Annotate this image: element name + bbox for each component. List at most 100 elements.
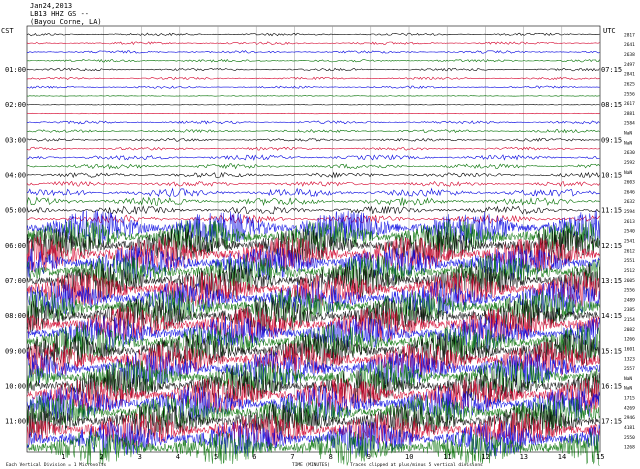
right-hour-label: 08:15 bbox=[601, 101, 622, 109]
trace-count-label: 2557 bbox=[624, 366, 635, 372]
trace-line bbox=[26, 85, 600, 89]
trace-count-label: 2489 bbox=[624, 297, 635, 303]
trace-count-label: 2605 bbox=[624, 278, 635, 284]
trace-count-label: 2594 bbox=[624, 209, 635, 215]
minute-tick-label: 1 bbox=[61, 453, 65, 461]
trace-line bbox=[26, 196, 600, 207]
minute-tick-label: 8 bbox=[329, 453, 333, 461]
trace-count-label: 2550 bbox=[624, 435, 635, 441]
right-hour-label: 16:15 bbox=[601, 383, 622, 391]
trace-count-label: 2154 bbox=[624, 317, 635, 323]
left-hour-label: 05:00 bbox=[5, 207, 26, 215]
left-hour-label: 10:00 bbox=[5, 383, 26, 391]
trace-count-label: NaN bbox=[624, 140, 632, 146]
trace-count-label: 2946 bbox=[624, 415, 635, 421]
trace-count-label: 2817 bbox=[624, 32, 635, 38]
trace-count-label: 2540 bbox=[624, 229, 635, 235]
right-hour-label: 13:15 bbox=[601, 277, 622, 285]
right-hour-label: 11:15 bbox=[601, 207, 622, 215]
trace-line bbox=[26, 205, 600, 215]
minute-tick-label: 13 bbox=[520, 453, 528, 461]
trace-count-label: 2592 bbox=[624, 160, 635, 166]
right-hour-label: 12:15 bbox=[601, 242, 622, 250]
trace-count-label: NaN bbox=[624, 170, 632, 176]
right-hour-label: 17:15 bbox=[601, 418, 622, 426]
right-hour-label: 14:15 bbox=[601, 312, 622, 320]
trace-count-label: 2082 bbox=[624, 327, 635, 333]
minute-tick-label: 12 bbox=[481, 453, 489, 461]
trace-line bbox=[26, 95, 600, 97]
trace-count-label: 2385 bbox=[624, 307, 635, 313]
trace-line bbox=[26, 32, 600, 37]
trace-line bbox=[26, 171, 600, 179]
trace-line bbox=[26, 180, 600, 187]
minute-tick-label: 5 bbox=[214, 453, 218, 461]
trace-line bbox=[26, 163, 600, 170]
trace-count-label: 2556 bbox=[624, 91, 635, 97]
minute-tick-label: 11 bbox=[443, 453, 451, 461]
trace-line bbox=[26, 154, 600, 161]
trace-line bbox=[26, 187, 600, 198]
trace-count-label: 2617 bbox=[624, 101, 635, 107]
footer-scale-note: Each Vertical Division = 1 Microvolts bbox=[6, 462, 107, 468]
trace-count-label: 1601 bbox=[624, 346, 635, 352]
trace-count-label: 2497 bbox=[624, 62, 635, 68]
trace-count-label: 2584 bbox=[624, 121, 635, 127]
left-hour-label: 03:00 bbox=[5, 136, 26, 144]
left-hour-label: 01:00 bbox=[5, 66, 26, 74]
minute-tick-label: 14 bbox=[558, 453, 566, 461]
left-hour-label: 09:00 bbox=[5, 347, 26, 355]
trace-line bbox=[26, 50, 600, 54]
trace-count-label: 1266 bbox=[624, 337, 635, 343]
trace-count-label: 2632 bbox=[624, 199, 635, 205]
minute-tick-label: 10 bbox=[405, 453, 413, 461]
minute-tick-label: 9 bbox=[367, 453, 371, 461]
trace-count-label: 1268 bbox=[624, 445, 635, 451]
helicorder-plot: 1 2 3 4 5 6 7 8 9 10 11 12 13 14 1501:0002:0003:0004:0… bbox=[5, 25, 635, 468]
trace-line bbox=[26, 104, 600, 106]
right-hour-label: 07:15 bbox=[601, 66, 622, 74]
right-hour-label: 09:15 bbox=[601, 136, 622, 144]
minute-tick-label: 7 bbox=[290, 453, 294, 461]
trace-count-label: 1323 bbox=[624, 356, 635, 362]
trace-count-label: 2613 bbox=[624, 219, 635, 225]
trace-count-label: 2612 bbox=[624, 248, 635, 254]
left-hour-label: 02:00 bbox=[5, 101, 26, 109]
trace-count-label: 2551 bbox=[624, 258, 635, 264]
trace-line bbox=[26, 58, 600, 63]
trace-line bbox=[26, 120, 600, 125]
trace-line bbox=[26, 128, 600, 134]
minute-tick-label: 3 bbox=[138, 453, 142, 461]
trace-count-label: 2625 bbox=[624, 81, 635, 87]
left-hour-label: 06:00 bbox=[5, 242, 26, 250]
trace-count-label: 2556 bbox=[624, 288, 635, 294]
minute-tick-label: 4 bbox=[176, 453, 180, 461]
trace-count-label: 4269 bbox=[624, 405, 635, 411]
trace-count-label: 2638 bbox=[624, 52, 635, 58]
trace-line bbox=[26, 146, 600, 151]
left-hour-label: 07:00 bbox=[5, 277, 26, 285]
trace-count-label: 2603 bbox=[624, 180, 635, 186]
trace-count-label: 2541 bbox=[624, 239, 635, 245]
minute-tick-label: 2 bbox=[99, 453, 103, 461]
footer-clip-note: Traces clipped at plus/minus 5 vertical … bbox=[350, 462, 483, 468]
trace-line bbox=[26, 67, 600, 72]
trace-count-label: NaN bbox=[624, 376, 632, 382]
minute-tick-label: 15 bbox=[596, 453, 604, 461]
trace-line bbox=[26, 76, 600, 81]
seismic-traces bbox=[26, 32, 600, 466]
trace-count-label: 2641 bbox=[624, 42, 635, 48]
minute-tick-label: 6 bbox=[252, 453, 256, 461]
trace-count-label: 2646 bbox=[624, 189, 635, 195]
left-hour-label: 11:00 bbox=[5, 418, 26, 426]
right-hour-label: 10:15 bbox=[601, 172, 622, 180]
left-hour-label: 08:00 bbox=[5, 312, 26, 320]
trace-count-label: NaN bbox=[624, 131, 632, 137]
trace-line bbox=[26, 137, 600, 142]
trace-count-label: NaN bbox=[624, 386, 632, 392]
trace-count-label: 4181 bbox=[624, 425, 635, 431]
trace-count-label: 2841 bbox=[624, 72, 635, 78]
trace-count-label: 2881 bbox=[624, 111, 635, 117]
trace-line bbox=[26, 112, 600, 115]
trace-line bbox=[26, 41, 600, 45]
